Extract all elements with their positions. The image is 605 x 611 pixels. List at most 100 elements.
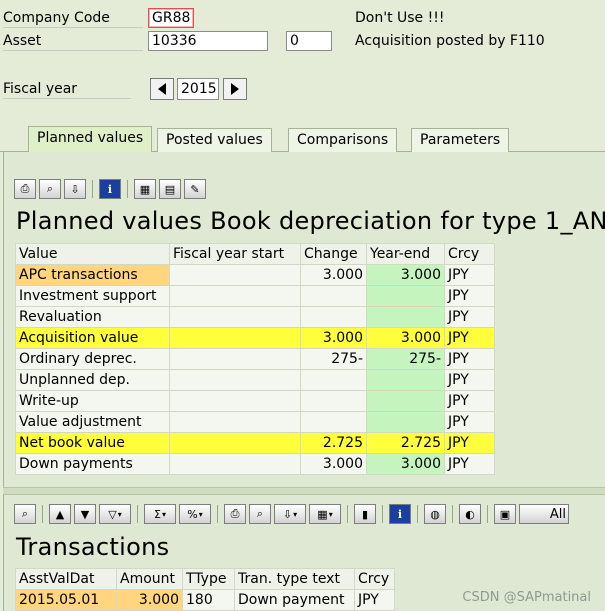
filter-icon[interactable]: ▽ ▾ xyxy=(99,504,131,524)
cell-currency[interactable]: JPY xyxy=(444,432,495,454)
display-document-icon[interactable]: ◐ xyxy=(459,504,481,524)
col-currency-header[interactable]: Crcy xyxy=(354,568,395,590)
asset-subnumber-field[interactable]: 0 xyxy=(286,31,332,51)
export-icon[interactable]: ⇩ ▾ xyxy=(274,504,306,524)
cell-value[interactable]: Acquisition value xyxy=(15,327,170,349)
cell-fiscal-year-start[interactable] xyxy=(169,285,301,307)
cell-year-end[interactable] xyxy=(366,306,445,328)
cell-change[interactable] xyxy=(300,285,367,307)
fiscal-year-field[interactable]: 2015 xyxy=(177,78,219,100)
print-icon[interactable]: ⎙ xyxy=(224,504,246,524)
cell-year-end[interactable] xyxy=(366,285,445,307)
print-preview-icon[interactable]: ⌕ xyxy=(249,504,271,524)
cell-year-end[interactable] xyxy=(366,390,445,412)
sum-icon[interactable]: Σ ▾ xyxy=(144,504,176,524)
cell-change[interactable] xyxy=(300,306,367,328)
cell-value[interactable]: Revaluation xyxy=(15,306,170,328)
cell-fiscal-year-start[interactable] xyxy=(169,432,301,454)
layout-icon[interactable]: ▦ ▾ xyxy=(309,504,341,524)
cell-currency[interactable]: JPY xyxy=(444,390,495,412)
col-fiscal-year-start-header[interactable]: Fiscal year start xyxy=(169,243,301,265)
export-icon[interactable]: ⇩ xyxy=(64,179,86,199)
calculator-icon[interactable]: ▤ xyxy=(159,179,181,199)
pane-splitter[interactable] xyxy=(3,487,605,495)
col-asset-value-date-header[interactable]: AsstValDat xyxy=(15,568,117,590)
tab-parameters[interactable]: Parameters xyxy=(411,128,510,152)
cell-fiscal-year-start[interactable] xyxy=(169,390,301,412)
next-year-button[interactable] xyxy=(223,78,247,100)
transactions-table: AsstValDat Amount TType Tran. type text … xyxy=(15,568,395,611)
graphic-icon[interactable]: ▮ xyxy=(354,504,376,524)
cell-currency[interactable]: JPY xyxy=(444,348,495,370)
cell-fiscal-year-start[interactable] xyxy=(169,327,301,349)
cell-value[interactable]: Investment support xyxy=(15,285,170,307)
select-block-icon[interactable]: ▣ xyxy=(494,504,516,524)
cell-fiscal-year-start[interactable] xyxy=(169,306,301,328)
sort-ascending-icon[interactable]: ▲ xyxy=(49,504,71,524)
col-change-header[interactable]: Change xyxy=(300,243,367,265)
info-icon[interactable]: i xyxy=(99,179,121,199)
cell-year-end[interactable]: 2.725 xyxy=(366,432,445,454)
company-code-field[interactable]: GR88 xyxy=(148,8,194,28)
cell-currency[interactable]: JPY xyxy=(444,306,495,328)
subtotal-icon[interactable]: % ▾ xyxy=(179,504,211,524)
tab-planned-values[interactable]: Planned values xyxy=(28,126,153,152)
cell-change[interactable]: 3.000 xyxy=(300,264,367,286)
cell-value[interactable]: Net book value xyxy=(15,432,170,454)
details-icon[interactable]: ⌕ xyxy=(14,504,36,524)
cell-year-end[interactable]: 275- xyxy=(366,348,445,370)
cell-year-end[interactable] xyxy=(366,369,445,391)
cell-fiscal-year-start[interactable] xyxy=(169,453,301,475)
cell-currency[interactable]: JPY xyxy=(354,589,395,611)
cell-change[interactable] xyxy=(300,369,367,391)
cell-fiscal-year-start[interactable] xyxy=(169,369,301,391)
cell-fiscal-year-start[interactable] xyxy=(169,264,301,286)
cell-currency[interactable]: JPY xyxy=(444,369,495,391)
cell-value[interactable]: Value adjustment xyxy=(15,411,170,433)
cell-change[interactable]: 2.725 xyxy=(300,432,367,454)
cell-value[interactable]: Down payments xyxy=(15,453,170,475)
cell-change[interactable]: 3.000 xyxy=(300,453,367,475)
previous-year-button[interactable] xyxy=(150,78,174,100)
cell-asset-value-date[interactable]: 2015.05.01 xyxy=(15,589,117,611)
cell-fiscal-year-start[interactable] xyxy=(169,348,301,370)
cell-change[interactable]: 3.000 xyxy=(300,327,367,349)
col-transaction-type-header[interactable]: TType xyxy=(182,568,235,590)
cell-change[interactable] xyxy=(300,390,367,412)
tab-posted-values[interactable]: Posted values xyxy=(157,128,272,152)
print-icon[interactable]: ⎙ xyxy=(14,179,36,199)
details-icon[interactable]: ✎ xyxy=(184,179,206,199)
col-transaction-type-text-header[interactable]: Tran. type text xyxy=(234,568,355,590)
cell-value[interactable]: Write-up xyxy=(15,390,170,412)
cell-currency[interactable]: JPY xyxy=(444,285,495,307)
col-currency-header[interactable]: Crcy xyxy=(444,243,495,265)
document-icon[interactable]: ◍ xyxy=(424,504,446,524)
cell-value[interactable]: Ordinary deprec. xyxy=(15,348,170,370)
select-all-button[interactable]: All xyxy=(519,504,569,524)
cell-currency[interactable]: JPY xyxy=(444,411,495,433)
col-year-end-header[interactable]: Year-end xyxy=(366,243,445,265)
cell-amount[interactable]: 3.000 xyxy=(116,589,183,611)
cell-currency[interactable]: JPY xyxy=(444,264,495,286)
layout-icon[interactable]: ▦ xyxy=(134,179,156,199)
cell-value[interactable]: Unplanned dep. xyxy=(15,369,170,391)
info-icon[interactable]: i xyxy=(389,504,411,524)
cell-year-end[interactable]: 3.000 xyxy=(366,327,445,349)
cell-year-end[interactable]: 3.000 xyxy=(366,453,445,475)
cell-fiscal-year-start[interactable] xyxy=(169,411,301,433)
cell-transaction-type[interactable]: 180 xyxy=(182,589,235,611)
cell-currency[interactable]: JPY xyxy=(444,453,495,475)
cell-currency[interactable]: JPY xyxy=(444,327,495,349)
cell-change[interactable] xyxy=(300,411,367,433)
cell-year-end[interactable] xyxy=(366,411,445,433)
tab-comparisons[interactable]: Comparisons xyxy=(288,128,398,152)
cell-transaction-type-text[interactable]: Down payment xyxy=(234,589,355,611)
asset-field[interactable]: 10336 xyxy=(148,31,268,51)
cell-year-end[interactable]: 3.000 xyxy=(366,264,445,286)
cell-value[interactable]: APC transactions xyxy=(15,264,170,286)
cell-change[interactable]: 275- xyxy=(300,348,367,370)
print-preview-icon[interactable]: ⌕ xyxy=(39,179,61,199)
col-value-header[interactable]: Value xyxy=(15,243,170,265)
sort-descending-icon[interactable]: ▼ xyxy=(74,504,96,524)
col-amount-header[interactable]: Amount xyxy=(116,568,183,590)
